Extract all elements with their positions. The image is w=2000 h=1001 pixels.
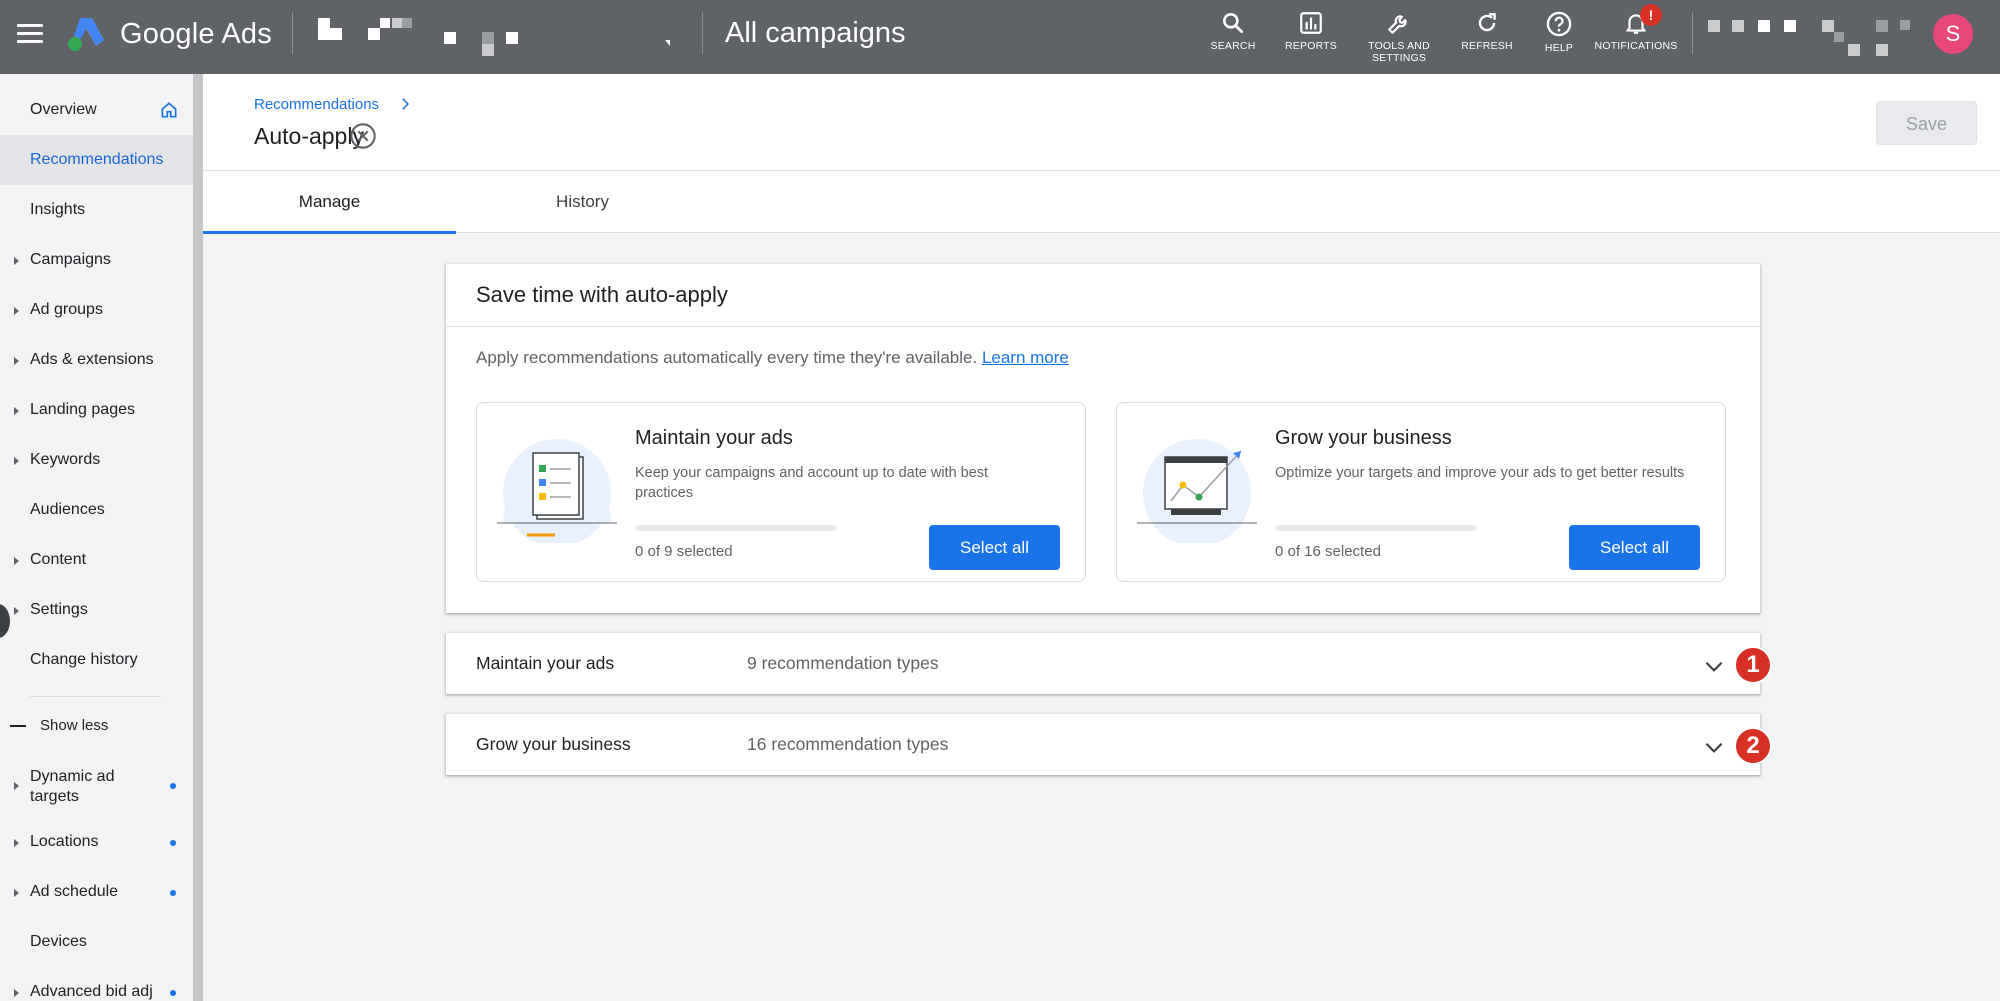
- sidebar-item-insights[interactable]: Insights: [0, 185, 193, 235]
- selected-count: 0 of 16 selected: [1275, 543, 1381, 560]
- tile-title: Grow your business: [1275, 427, 1452, 449]
- callout-badge: 2: [1734, 727, 1772, 765]
- scope-title[interactable]: All campaigns: [725, 17, 906, 50]
- promo-description: Apply recommendations automatically ever…: [476, 348, 1069, 367]
- sidebar-item-landing-pages[interactable]: Landing pages: [0, 385, 193, 435]
- callout-badge: 1: [1734, 646, 1772, 684]
- tools-and-settings-button[interactable]: TOOLS AND SETTINGS: [1354, 10, 1444, 64]
- notifications-button[interactable]: ! NOTIFICATIONS: [1590, 4, 1682, 52]
- sidebar-item-devices[interactable]: Devices: [0, 917, 193, 967]
- hamburger-menu-icon[interactable]: [17, 24, 43, 44]
- topbar-divider: [702, 12, 703, 54]
- home-icon: [161, 102, 177, 118]
- tab-history[interactable]: History: [456, 171, 709, 233]
- app-brand[interactable]: Google Ads: [120, 18, 272, 51]
- select-all-button[interactable]: Select all: [929, 525, 1060, 570]
- notification-badge: !: [1640, 4, 1662, 26]
- wrench-icon: [1388, 15, 1407, 34]
- select-all-button[interactable]: Select all: [1569, 525, 1700, 570]
- expand-arrow-icon: [14, 357, 19, 365]
- sidebar-item-audiences[interactable]: Audiences: [0, 485, 193, 535]
- chevron-down-icon[interactable]: [1701, 734, 1727, 760]
- sidebar-scrollbar[interactable]: [193, 74, 203, 1001]
- sidebar-item-ad-schedule[interactable]: Ad schedule: [0, 867, 193, 917]
- tile-description: Optimize your targets and improve your a…: [1275, 465, 1685, 481]
- tab-bar: Manage History: [203, 171, 2000, 234]
- grow-business-section[interactable]: Grow your business 16 recommendation typ…: [446, 714, 1760, 775]
- sidebar-item-content[interactable]: Content: [0, 535, 193, 585]
- account-selector[interactable]: [310, 14, 675, 60]
- save-button[interactable]: Save: [1876, 101, 1977, 145]
- page-title: Auto-apply: [254, 123, 364, 149]
- promo-divider: [446, 326, 1760, 327]
- maintain-ads-tile: Maintain your ads Keep your campaigns an…: [476, 402, 1086, 582]
- expand-arrow-icon: [14, 307, 19, 315]
- account-info[interactable]: [1704, 16, 1919, 62]
- top-app-bar: Google Ads All campaigns SEARCH REPORTS …: [0, 0, 2000, 74]
- minus-icon: [10, 725, 26, 727]
- reports-button[interactable]: REPORTS: [1266, 10, 1356, 52]
- grow-business-tile: Grow your business Optimize your targets…: [1116, 402, 1726, 582]
- expand-arrow-icon: [14, 557, 19, 565]
- expand-arrow-icon: [14, 407, 19, 415]
- learn-more-link[interactable]: Learn more: [982, 348, 1069, 367]
- section-subtitle: 16 recommendation types: [747, 734, 949, 754]
- expand-arrow-icon: [14, 989, 19, 997]
- sidebar-item-ad-groups[interactable]: Ad groups: [0, 285, 193, 335]
- sidebar-item-advanced-bid-adj[interactable]: Advanced bid adj: [0, 967, 193, 1001]
- google-ads-logo-icon[interactable]: [66, 16, 108, 52]
- sidebar-item-overview[interactable]: Overview: [0, 85, 193, 135]
- expand-arrow-icon: [14, 782, 19, 790]
- search-icon: [1223, 13, 1244, 34]
- avatar[interactable]: S: [1933, 14, 1973, 54]
- tab-manage[interactable]: Manage: [203, 171, 456, 234]
- selected-count: 0 of 9 selected: [635, 543, 733, 560]
- checklist-illustration-icon: [497, 439, 617, 543]
- status-dot: [170, 783, 176, 789]
- growth-chart-illustration-icon: [1137, 439, 1257, 543]
- topbar-divider: [1692, 12, 1693, 54]
- chevron-right-icon: [402, 98, 410, 110]
- sidebar-item-locations[interactable]: Locations: [0, 817, 193, 867]
- section-title: Maintain your ads: [476, 653, 615, 673]
- sidebar-item-ads-extensions[interactable]: Ads & extensions: [0, 335, 193, 385]
- sidebar-divider: [30, 696, 161, 697]
- expand-arrow-icon: [14, 607, 19, 615]
- section-title: Grow your business: [476, 734, 631, 754]
- expand-arrow-icon: [14, 889, 19, 897]
- sidebar-item-keywords[interactable]: Keywords: [0, 435, 193, 485]
- selection-progress-bar: [1275, 525, 1477, 531]
- promo-title: Save time with auto-apply: [476, 282, 728, 307]
- sidebar-item-recommendations[interactable]: Recommendations: [0, 135, 193, 185]
- navigation-sidebar: Overview Recommendations Insights Campai…: [0, 74, 193, 1001]
- show-less-toggle[interactable]: Show less: [0, 706, 193, 746]
- page-header: Recommendations Auto-apply Save: [203, 74, 2000, 171]
- auto-apply-promo-card: Save time with auto-apply Apply recommen…: [446, 264, 1760, 613]
- section-subtitle: 9 recommendation types: [747, 653, 939, 673]
- topbar-divider: [292, 12, 293, 54]
- expand-arrow-icon: [14, 257, 19, 265]
- status-dot: [170, 890, 176, 896]
- sidebar-item-change-history[interactable]: Change history: [0, 635, 193, 685]
- selection-progress-bar: [635, 525, 837, 531]
- account-dropdown-caret-icon[interactable]: [665, 40, 670, 46]
- refresh-icon: [1478, 13, 1496, 32]
- sidebar-item-campaigns[interactable]: Campaigns: [0, 235, 193, 285]
- status-dot: [170, 840, 176, 846]
- search-button[interactable]: SEARCH: [1188, 10, 1278, 52]
- chevron-down-icon[interactable]: [1701, 653, 1727, 679]
- breadcrumb[interactable]: Recommendations: [254, 96, 379, 113]
- expand-arrow-icon: [14, 839, 19, 847]
- help-icon: [1546, 11, 1572, 37]
- sidebar-item-dynamic-ad-targets[interactable]: Dynamic ad targets: [0, 756, 193, 816]
- tile-title: Maintain your ads: [635, 427, 793, 449]
- reports-icon: [1300, 12, 1322, 34]
- status-dot: [170, 990, 176, 996]
- expand-arrow-icon: [14, 457, 19, 465]
- close-circle-icon[interactable]: [349, 122, 377, 150]
- sidebar-item-settings[interactable]: Settings: [0, 585, 193, 635]
- maintain-ads-section[interactable]: Maintain your ads 9 recommendation types: [446, 633, 1760, 694]
- tile-description: Keep your campaigns and account up to da…: [635, 465, 989, 501]
